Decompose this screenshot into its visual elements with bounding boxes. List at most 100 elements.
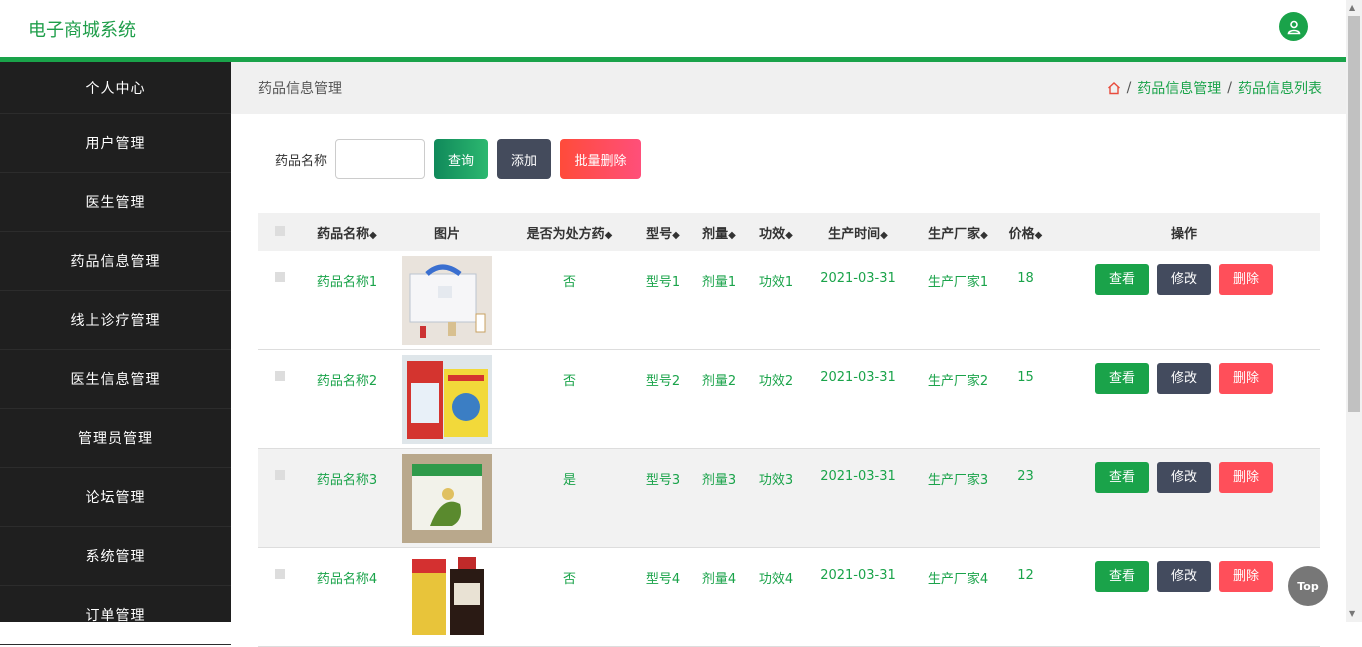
sidebar-item-drug-info[interactable]: 药品信息管理 xyxy=(0,232,231,291)
rx-flag: 否 xyxy=(562,275,576,290)
home-icon[interactable] xyxy=(1107,81,1121,95)
production-time: 2021-03-31 xyxy=(820,271,896,286)
drug-effect: 功效1 xyxy=(758,275,794,290)
view-button[interactable]: 查看 xyxy=(1095,462,1149,493)
column-header-actions: 操作 xyxy=(1170,226,1197,242)
main-content: 药品信息管理 / 药品信息管理 / 药品信息列表 药品名称 查询 添加 批量删除… xyxy=(231,62,1346,647)
select-all-checkbox[interactable] xyxy=(275,225,285,236)
table-row: 药品名称3 是 型号3 剂量3 功效3 2021-03-31 生产厂家3 23 … xyxy=(258,449,1320,548)
drug-name: 药品名称2 xyxy=(316,374,378,389)
drug-name-search-input[interactable] xyxy=(335,139,426,179)
drug-dose: 剂量2 xyxy=(701,374,737,389)
vertical-scrollbar[interactable]: ▲ ▼ xyxy=(1346,0,1362,622)
view-button[interactable]: 查看 xyxy=(1095,363,1149,394)
app-title: 电子商城系统 xyxy=(28,20,136,41)
edit-button[interactable]: 修改 xyxy=(1157,462,1211,493)
manufacturer: 生产厂家3 xyxy=(927,473,989,488)
drug-image[interactable] xyxy=(392,251,502,349)
scroll-up-icon[interactable]: ▲ xyxy=(1349,3,1355,12)
rx-flag: 否 xyxy=(562,572,576,587)
delete-button[interactable]: 删除 xyxy=(1219,264,1273,295)
add-button[interactable]: 添加 xyxy=(497,139,552,179)
view-button[interactable]: 查看 xyxy=(1095,561,1149,592)
drug-model: 型号2 xyxy=(645,374,681,389)
drug-model: 型号3 xyxy=(645,473,681,488)
sidebar-item-label: 医生信息管理 xyxy=(70,372,161,388)
table-row: 药品名称2 否 型号2 剂量2 功效2 2021-03-31 生产厂家2 15 … xyxy=(258,350,1320,449)
row-checkbox[interactable] xyxy=(275,470,285,480)
scroll-down-icon[interactable]: ▼ xyxy=(1349,609,1355,618)
row-checkbox[interactable] xyxy=(275,371,285,381)
sidebar-item-forum-management[interactable]: 论坛管理 xyxy=(0,468,231,527)
column-header-effect[interactable]: 功效◆ xyxy=(749,223,803,242)
drug-image[interactable] xyxy=(392,449,502,547)
manufacturer: 生产厂家4 xyxy=(927,572,989,587)
price: 23 xyxy=(1017,469,1034,484)
breadcrumb-separator: / xyxy=(1227,80,1232,96)
manufacturer: 生产厂家2 xyxy=(927,374,989,389)
column-header-model[interactable]: 型号◆ xyxy=(637,223,689,242)
drug-image[interactable] xyxy=(392,548,502,646)
sidebar-item-personal-center[interactable]: 个人中心 xyxy=(0,62,231,114)
row-actions: 查看 修改 删除 xyxy=(1048,449,1320,493)
breadcrumb-item-drug-info[interactable]: 药品信息管理 xyxy=(1137,78,1221,98)
rx-flag: 是 xyxy=(562,473,576,488)
query-button[interactable]: 查询 xyxy=(434,139,489,179)
column-header-maker[interactable]: 生产厂家◆ xyxy=(913,223,1003,242)
edit-button[interactable]: 修改 xyxy=(1157,264,1211,295)
sidebar-item-order-management[interactable]: 订单管理 xyxy=(0,586,231,645)
sidebar-item-user-management[interactable]: 用户管理 xyxy=(0,114,231,173)
drug-image[interactable] xyxy=(392,350,502,448)
price: 15 xyxy=(1017,370,1034,385)
sort-icon: ◆ xyxy=(604,229,613,241)
table-header: 药品名称◆ 图片 是否为处方药◆ 型号◆ 剂量◆ 功效◆ 生产时间◆ 生产厂家◆… xyxy=(258,213,1320,251)
row-actions: 查看 修改 删除 xyxy=(1048,548,1320,592)
page-title: 药品信息管理 xyxy=(258,81,342,97)
edit-button[interactable]: 修改 xyxy=(1157,363,1211,394)
row-actions: 查看 修改 删除 xyxy=(1048,350,1320,394)
sidebar-item-admin-management[interactable]: 管理员管理 xyxy=(0,409,231,468)
sidebar-item-online-diagnosis[interactable]: 线上诊疗管理 xyxy=(0,291,231,350)
breadcrumb-separator: / xyxy=(1126,80,1132,96)
drug-model: 型号1 xyxy=(645,275,681,290)
table-row: 药品名称1 否 型号1 剂量1 功效1 2021-03-31 生产厂家1 18 xyxy=(258,251,1320,350)
view-button[interactable]: 查看 xyxy=(1095,264,1149,295)
drug-effect: 功效2 xyxy=(758,374,794,389)
sort-icon: ◆ xyxy=(1034,229,1043,241)
delete-button[interactable]: 删除 xyxy=(1219,462,1273,493)
column-header-rx[interactable]: 是否为处方药◆ xyxy=(502,223,637,242)
search-label: 药品名称 xyxy=(275,153,328,169)
table-row: 药品名称4 否 型号4 剂量4 功效4 2021-03-31 生产厂家4 12 … xyxy=(258,548,1320,647)
column-header-price[interactable]: 价格◆ xyxy=(1003,223,1048,242)
column-header-time[interactable]: 生产时间◆ xyxy=(803,223,913,242)
production-time: 2021-03-31 xyxy=(820,370,896,385)
sidebar-item-system-management[interactable]: 系统管理 xyxy=(0,527,231,586)
back-to-top-button[interactable]: Top xyxy=(1288,566,1328,606)
column-header-name[interactable]: 药品名称◆ xyxy=(302,223,392,242)
sidebar-item-label: 药品信息管理 xyxy=(70,254,161,270)
drug-model: 型号4 xyxy=(645,572,681,587)
sort-icon: ◆ xyxy=(980,229,988,241)
breadcrumb-item-drug-list: 药品信息列表 xyxy=(1238,81,1322,97)
sidebar-item-doctor-management[interactable]: 医生管理 xyxy=(0,173,231,232)
delete-button[interactable]: 删除 xyxy=(1219,561,1273,592)
breadcrumb-bar: 药品信息管理 / 药品信息管理 / 药品信息列表 xyxy=(231,62,1346,114)
production-time: 2021-03-31 xyxy=(820,568,896,583)
sidebar-item-doctor-info[interactable]: 医生信息管理 xyxy=(0,350,231,409)
user-avatar-button[interactable] xyxy=(1279,12,1308,41)
sidebar-item-label: 论坛管理 xyxy=(85,490,146,506)
rx-flag: 否 xyxy=(562,374,576,389)
delete-button[interactable]: 删除 xyxy=(1219,363,1273,394)
top-header: 电子商城系统 xyxy=(0,0,1346,62)
sidebar-item-label: 订单管理 xyxy=(85,608,146,624)
drug-image-first-aid-kit xyxy=(402,256,492,345)
row-checkbox[interactable] xyxy=(275,569,285,579)
price: 12 xyxy=(1017,568,1034,583)
edit-button[interactable]: 修改 xyxy=(1157,561,1211,592)
row-checkbox[interactable] xyxy=(275,272,285,282)
batch-delete-button[interactable]: 批量删除 xyxy=(560,139,642,179)
column-header-dose[interactable]: 剂量◆ xyxy=(689,223,749,242)
scrollbar-thumb[interactable] xyxy=(1348,16,1360,412)
drug-dose: 剂量4 xyxy=(701,572,737,587)
sidebar-item-label: 用户管理 xyxy=(85,136,146,152)
